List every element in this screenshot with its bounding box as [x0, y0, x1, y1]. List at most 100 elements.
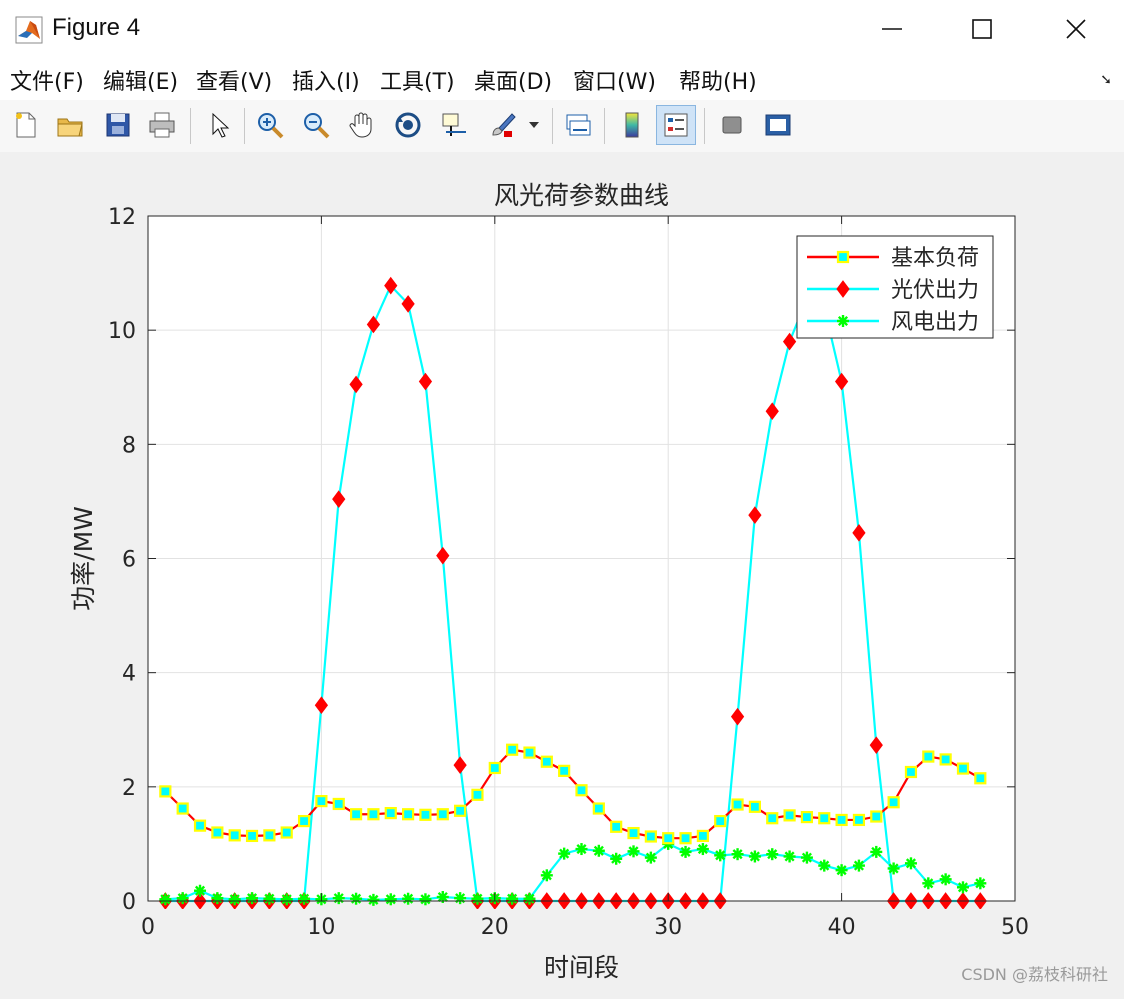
close-button[interactable] — [1030, 0, 1122, 58]
toolbar-separator — [244, 108, 245, 144]
x-tick-label: 0 — [141, 915, 155, 940]
menu-bar: 文件(F) 编辑(E) 查看(V) 插入(I) 工具(T) 桌面(D) 窗口(W… — [0, 58, 1124, 100]
open-folder-icon[interactable] — [50, 105, 90, 145]
link-plot-icon[interactable] — [558, 105, 598, 145]
data-point — [852, 813, 866, 827]
data-point — [592, 802, 605, 815]
data-point — [280, 826, 293, 839]
legend-label: 风电出力 — [891, 310, 979, 335]
y-tick-label: 8 — [122, 433, 136, 458]
x-tick-label: 20 — [481, 915, 509, 940]
x-tick-label: 10 — [307, 915, 335, 940]
show-plot-tools-icon[interactable] — [758, 105, 798, 145]
menu-view[interactable]: 查看(V) — [196, 64, 272, 96]
y-tick-label: 2 — [122, 776, 136, 801]
brush-icon[interactable] — [482, 105, 522, 145]
data-point — [245, 829, 259, 843]
menu-edit[interactable]: 编辑(E) — [103, 64, 178, 96]
data-point — [454, 804, 467, 817]
data-point — [662, 832, 675, 845]
data-point — [228, 829, 241, 842]
toolbar-separator — [190, 108, 191, 144]
y-tick-label: 12 — [108, 205, 136, 230]
data-point — [159, 785, 172, 798]
minimize-button[interactable] — [846, 0, 938, 58]
data-point — [835, 813, 848, 827]
data-point — [783, 809, 796, 822]
chart-svg: 0 10 20 30 40 50 0 2 4 6 8 10 12 风光荷参数曲线时间段 功率/MW 基本负荷光… — [69, 181, 1029, 982]
toolbar-separator — [604, 108, 605, 144]
hide-plot-tools-icon[interactable] — [712, 105, 752, 145]
data-point — [610, 820, 623, 833]
data-point — [506, 743, 519, 756]
menu-help[interactable]: 帮助(H) — [679, 64, 757, 96]
save-icon[interactable] — [98, 105, 138, 145]
maximize-icon — [972, 19, 992, 39]
close-icon — [1066, 19, 1086, 39]
pointer-icon[interactable] — [198, 105, 238, 145]
chart-title: 风光荷参数曲线 — [494, 181, 669, 210]
menu-tools[interactable]: 工具(T) — [380, 64, 455, 96]
data-point — [193, 819, 207, 832]
print-icon[interactable] — [142, 105, 182, 145]
data-point — [818, 859, 831, 872]
data-point — [540, 869, 553, 882]
data-point — [939, 873, 952, 886]
legend-label: 光伏出力 — [891, 278, 979, 303]
brush-dropdown-chevron-down-icon[interactable] — [524, 105, 544, 145]
data-point — [349, 808, 363, 821]
x-tick-label: 40 — [828, 915, 856, 940]
colorbar-icon[interactable] — [612, 105, 652, 145]
data-point — [679, 832, 692, 845]
menu-desktop[interactable]: 桌面(D) — [474, 64, 552, 96]
data-point — [939, 753, 952, 766]
x-tick-label: 30 — [654, 915, 682, 940]
legend-icon[interactable] — [656, 105, 696, 145]
data-point — [297, 814, 311, 828]
data-point — [488, 761, 501, 775]
data-point — [558, 764, 571, 777]
data-point — [800, 810, 814, 824]
data-point — [506, 892, 519, 905]
data-point — [402, 808, 415, 821]
data-point — [887, 796, 900, 809]
data-point — [766, 812, 779, 825]
data-point — [575, 784, 588, 797]
data-point — [748, 800, 762, 813]
data-point — [367, 808, 380, 821]
x-tick-label: 50 — [1001, 915, 1029, 940]
y-tick-label: 0 — [122, 890, 136, 915]
data-point — [644, 830, 657, 843]
menu-file[interactable]: 文件(F) — [10, 64, 84, 96]
toolbar — [0, 100, 1124, 153]
data-point — [852, 859, 865, 872]
menu-insert[interactable]: 插入(I) — [292, 64, 360, 96]
data-point — [904, 765, 918, 779]
data-cursor-icon[interactable] — [434, 105, 474, 145]
matlab-logo-icon — [15, 16, 43, 44]
zoom-out-icon[interactable] — [296, 105, 336, 145]
data-point — [384, 806, 397, 820]
rotate-3d-icon[interactable] — [388, 105, 428, 145]
y-tick-label: 4 — [122, 662, 136, 687]
toolbar-separator — [552, 108, 553, 144]
data-point — [922, 750, 935, 763]
pan-hand-icon[interactable] — [342, 105, 382, 145]
legend-marker — [836, 250, 850, 264]
menu-window[interactable]: 窗口(W) — [573, 64, 656, 96]
zoom-in-icon[interactable] — [250, 105, 290, 145]
window-title: Figure 4 — [52, 14, 141, 41]
toolbar-separator — [704, 108, 705, 144]
title-bar: Figure 4 — [0, 0, 1124, 58]
watermark-text: CSDN @荔枝科研社 — [961, 965, 1108, 984]
maximize-button[interactable] — [936, 0, 1028, 58]
legend: 基本负荷光伏出力风电出力 — [796, 235, 994, 339]
x-axis-label: 时间段 — [544, 953, 619, 982]
new-file-icon[interactable] — [6, 105, 46, 145]
data-point — [176, 802, 189, 815]
data-point — [731, 848, 744, 861]
data-point — [332, 797, 345, 811]
dock-arrow-icon[interactable]: ➘ — [1100, 72, 1112, 88]
data-point — [627, 826, 640, 840]
data-point — [263, 829, 276, 842]
